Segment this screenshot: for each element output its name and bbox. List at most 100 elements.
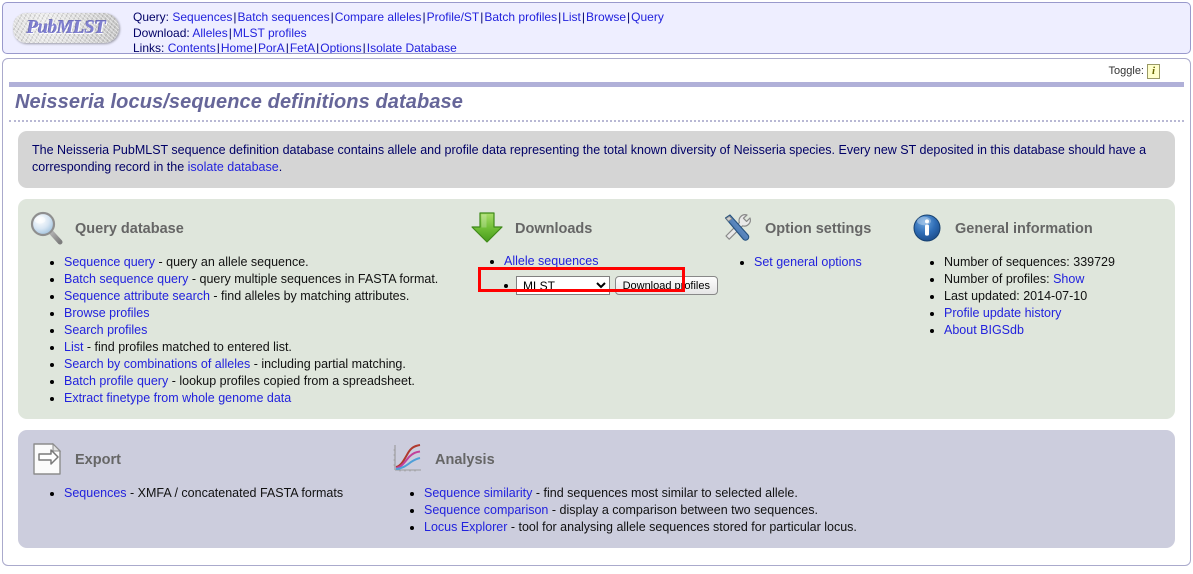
list-link[interactable]: List [64, 340, 83, 354]
header-link-options[interactable]: Options [320, 41, 361, 53]
allele-sequences-link[interactable]: Allele sequences [504, 254, 599, 268]
export-header: Export [28, 440, 388, 480]
batch-sequence-query-link[interactable]: Batch sequence query [64, 272, 188, 286]
list-item-text: - including partial matching. [250, 357, 406, 371]
sequence-similarity-link[interactable]: Sequence similarity [424, 486, 532, 500]
search-profiles-link[interactable]: Search profiles [64, 323, 147, 337]
header-link-contents[interactable]: Contents [168, 41, 216, 53]
header-nav-label-download: Download: [133, 25, 190, 40]
option-settings-list: Set general options [718, 254, 908, 270]
option-settings-section: Option settings Set general options [718, 209, 908, 271]
general-information-section: General information Number of sequences:… [908, 209, 1158, 339]
list-item-text: - find alleles by matching attributes. [209, 289, 410, 303]
header-nav-label-query: Query: [133, 10, 170, 24]
analysis-title: Analysis [435, 452, 495, 468]
general-information-header: General information [908, 209, 1158, 249]
analysis-header: Analysis [388, 440, 948, 480]
header-link-batch-profiles[interactable]: Batch profiles [484, 10, 557, 24]
batch-profile-query-link[interactable]: Batch profile query [64, 374, 168, 388]
list-item: Last updated: 2014-07-10 [944, 288, 1158, 304]
list-item: Sequence comparison - display a comparis… [424, 502, 948, 518]
header-link-browse[interactable]: Browse [586, 10, 626, 24]
toggle-row: Toggle: i [9, 63, 1184, 79]
toggle-control[interactable]: Toggle: i [1108, 63, 1160, 79]
list-item: Search by combinations of alleles - incl… [64, 356, 468, 372]
browse-profiles-link[interactable]: Browse profiles [64, 306, 149, 320]
sequence-query-link[interactable]: Sequence query [64, 255, 155, 269]
magnifier-icon [28, 209, 66, 250]
downloads-title: Downloads [515, 221, 593, 237]
extract-finetype-link[interactable]: Extract finetype from whole genome data [64, 391, 291, 405]
export-sequences-link[interactable]: Sequences [64, 486, 127, 500]
locus-explorer-link[interactable]: Locus Explorer [424, 520, 507, 534]
isolate-database-link[interactable]: isolate database [188, 160, 279, 174]
main-sections-panel: Query database Sequence query - query an… [18, 199, 1175, 419]
header-link-batch-sequences[interactable]: Batch sequences [238, 10, 330, 24]
header-link-home[interactable]: Home [221, 41, 253, 53]
list-item: Search profiles [64, 322, 468, 338]
list-item: Set general options [754, 254, 908, 270]
query-database-title: Query database [75, 221, 184, 237]
header-link-query[interactable]: Query [631, 10, 664, 24]
download-profiles-highlight-box [478, 267, 685, 292]
header-nav-row-links: Links: Contents|Home|PorA|FetA|Options|I… [133, 41, 457, 54]
number-of-sequences-label: Number of sequences: [944, 255, 1074, 269]
list-item-text: - query multiple sequences in FASTA form… [188, 272, 439, 286]
line-chart-icon [388, 440, 426, 481]
header-link-compare-alleles[interactable]: Compare alleles [335, 10, 422, 24]
option-settings-title: Option settings [765, 221, 872, 237]
header-link-isolate-database[interactable]: Isolate Database [367, 41, 457, 53]
last-updated-label: Last updated: [944, 289, 1024, 303]
export-list: Sequences - XMFA / concatenated FASTA fo… [28, 485, 388, 501]
tools-icon [718, 209, 756, 250]
about-bigsdb-link[interactable]: About BIGSdb [944, 323, 1024, 337]
list-item-text: - tool for analysing allele sequences st… [507, 520, 857, 534]
header-nav-label-links: Links: [133, 41, 165, 54]
general-information-title: General information [955, 221, 1093, 237]
export-section: Export Sequences - XMFA / concatenated F… [28, 440, 388, 502]
query-database-header: Query database [28, 209, 468, 249]
query-database-section: Query database Sequence query - query an… [28, 209, 468, 407]
sequence-comparison-link[interactable]: Sequence comparison [424, 503, 548, 517]
sequence-attribute-search-link[interactable]: Sequence attribute search [64, 289, 210, 303]
toggle-label: Toggle: [1108, 65, 1144, 77]
search-combinations-alleles-link[interactable]: Search by combinations of alleles [64, 357, 250, 371]
number-of-profiles-label: Number of profiles: [944, 272, 1054, 286]
list-item: Sequence similarity - find sequences mos… [424, 485, 948, 501]
list-item-text: - find profiles matched to entered list. [83, 340, 292, 354]
list-item: Batch sequence query - query multiple se… [64, 271, 468, 287]
header-nav-row-query: Query: Sequences|Batch sequences|Compare… [133, 10, 664, 24]
document-arrow-icon [28, 440, 66, 481]
header-link-list[interactable]: List [562, 10, 581, 24]
set-general-options-link[interactable]: Set general options [754, 255, 862, 269]
list-item: Browse profiles [64, 305, 468, 321]
list-item: Batch profile query - lookup profiles co… [64, 373, 468, 389]
green-down-arrow-icon [468, 209, 506, 250]
analysis-list: Sequence similarity - find sequences mos… [388, 485, 948, 535]
header-link-alleles[interactable]: Alleles [192, 26, 227, 40]
downloads-header: Downloads [468, 209, 718, 249]
downloads-section: Downloads Allele sequences MLST Download… [468, 209, 718, 295]
header-link-mlst-profiles[interactable]: MLST profiles [233, 26, 307, 40]
list-item: Sequence attribute search - find alleles… [64, 288, 468, 304]
page-title: Neisseria locus/sequence definitions dat… [9, 87, 1184, 122]
list-item-text: - find sequences most similar to selecte… [532, 486, 798, 500]
info-circle-icon [908, 209, 946, 250]
number-of-profiles-show-link[interactable]: Show [1053, 272, 1084, 286]
header-link-feta[interactable]: FetA [290, 41, 315, 53]
profile-update-history-link[interactable]: Profile update history [944, 306, 1061, 320]
list-item: Locus Explorer - tool for analysing alle… [424, 519, 948, 535]
list-item-text: - XMFA / concatenated FASTA formats [126, 486, 344, 500]
header-link-pora[interactable]: PorA [258, 41, 285, 53]
list-item: Profile update history [944, 305, 1158, 321]
header-link-profile-st[interactable]: Profile/ST [427, 10, 480, 24]
list-item: Number of sequences: 339729 [944, 254, 1158, 270]
header-link-sequences[interactable]: Sequences [172, 10, 232, 24]
site-header: PubMLST Query: Sequences|Batch sequences… [2, 2, 1191, 54]
list-item: Number of profiles: Show [944, 271, 1158, 287]
analysis-section: Analysis Sequence similarity - find sequ… [388, 440, 948, 536]
list-item: About BIGSdb [944, 322, 1158, 338]
number-of-sequences-value: 339729 [1073, 255, 1115, 269]
main-content-container: Toggle: i Neisseria locus/sequence defin… [2, 58, 1191, 566]
info-toggle-icon[interactable]: i [1147, 63, 1160, 79]
